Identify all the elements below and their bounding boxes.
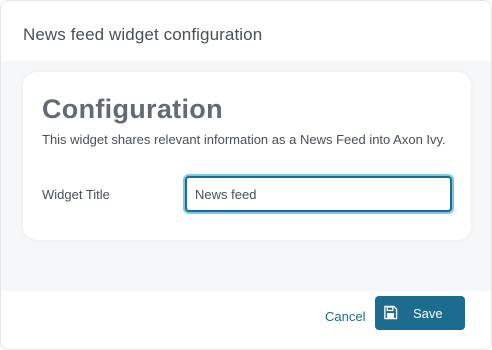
save-button-label: Save — [413, 306, 443, 321]
dialog-title: News feed widget configuration — [23, 25, 263, 44]
save-button[interactable]: Save — [375, 296, 465, 330]
widget-title-input[interactable] — [185, 176, 452, 212]
save-icon — [384, 305, 398, 320]
card-description: This widget shares relevant information … — [42, 132, 446, 147]
dialog-footer: Cancel Save — [1, 291, 491, 349]
widget-config-dialog: News feed widget configuration Configura… — [0, 0, 492, 350]
dialog-header: News feed widget configuration — [1, 1, 491, 61]
cancel-button[interactable]: Cancel — [319, 306, 371, 326]
configuration-card: Configuration This widget shares relevan… — [23, 72, 471, 240]
widget-title-label: Widget Title — [42, 187, 110, 202]
card-title: Configuration — [42, 94, 223, 124]
dialog-content: Configuration This widget shares relevan… — [1, 61, 491, 291]
